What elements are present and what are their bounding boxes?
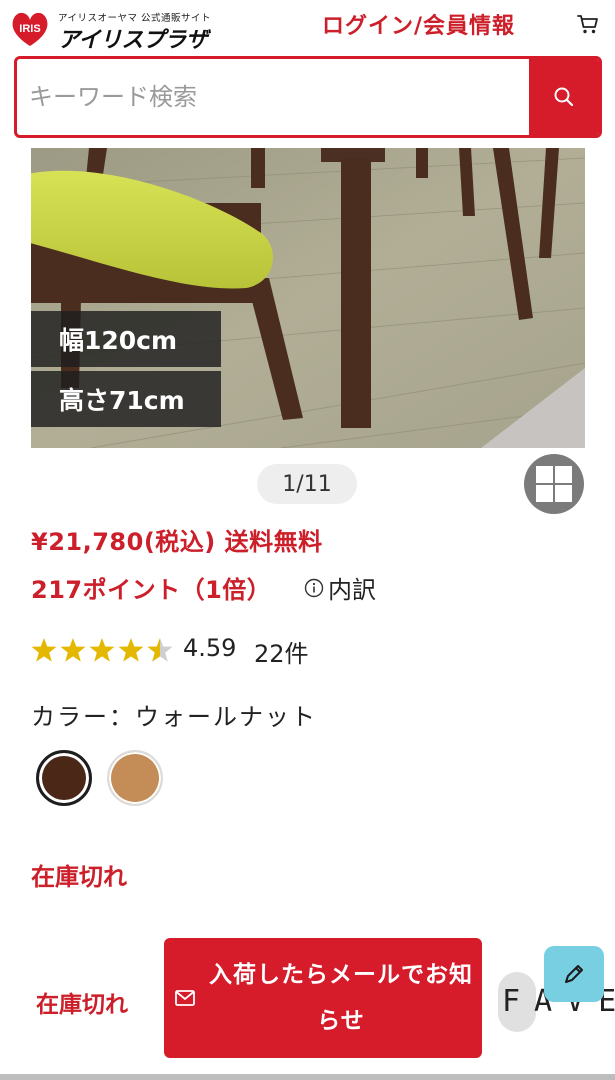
star-icon xyxy=(89,638,115,662)
color-swatch-natural[interactable] xyxy=(107,750,163,806)
search-button[interactable] xyxy=(529,59,599,135)
points: 217ポイント（1倍） xyxy=(31,576,272,604)
iris-logo-icon: IRIS xyxy=(12,12,48,46)
product-image[interactable]: 幅120cm 高さ71cm xyxy=(31,148,585,448)
star-icon xyxy=(60,638,86,662)
image-pager: 1/11 xyxy=(257,464,357,504)
points-breakdown-link[interactable]: 内訳 xyxy=(304,570,376,605)
bottom-divider xyxy=(0,1074,615,1080)
logo-mark-text: IRIS xyxy=(19,23,40,35)
cart-icon[interactable] xyxy=(576,12,600,36)
grid-icon xyxy=(536,466,572,502)
bottom-stock-status: 在庫切れ xyxy=(36,992,128,1018)
restock-notify-label: 入荷したらメールでお知らせ xyxy=(209,962,473,1034)
mail-icon xyxy=(175,990,195,1006)
info-icon xyxy=(304,578,324,597)
search-bar xyxy=(14,56,602,138)
review-count-link[interactable]: 22件 xyxy=(254,634,309,669)
edit-fab[interactable] xyxy=(544,946,604,1002)
site-logo[interactable]: IRIS アイリスオーヤマ 公式通販サイト アイリスプラザ xyxy=(8,6,211,53)
breakdown-label: 内訳 xyxy=(328,576,376,604)
star-icon xyxy=(118,638,144,662)
pen-icon xyxy=(565,965,583,983)
width-label: 幅120cm xyxy=(31,311,221,367)
search-input[interactable] xyxy=(17,59,535,135)
rating-value: 4.59 xyxy=(183,634,237,662)
search-icon xyxy=(554,87,574,107)
logo-title: アイリスプラザ xyxy=(58,28,208,53)
restock-notify-button[interactable]: 入荷したらメールでお知らせ xyxy=(164,938,482,1058)
stock-status: 在庫切れ xyxy=(31,863,127,891)
half-star-icon xyxy=(147,638,173,662)
login-link[interactable]: ログイン/会員情報 xyxy=(322,8,515,40)
star-icon xyxy=(31,638,57,662)
rating-stars xyxy=(31,638,173,662)
color-label: カラー：ウォールナット xyxy=(31,703,317,731)
height-label: 高さ71cm xyxy=(31,371,221,427)
color-swatch-walnut[interactable] xyxy=(36,750,92,806)
grid-view-button[interactable] xyxy=(524,454,584,514)
price: ¥21,780(税込) 送料無料 xyxy=(31,528,323,556)
